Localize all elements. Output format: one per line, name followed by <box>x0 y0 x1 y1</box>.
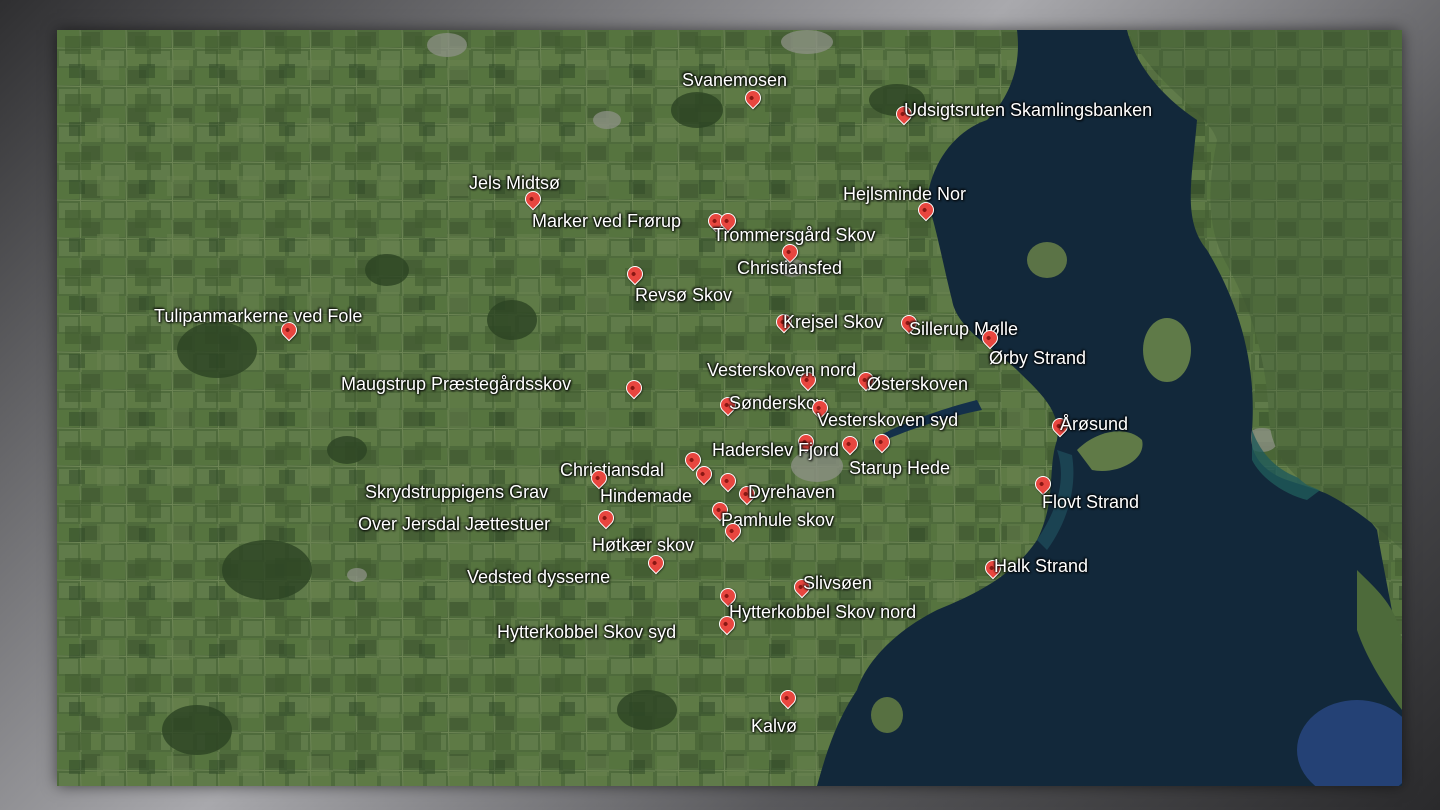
place-label: Sillerup Mølle <box>909 319 1019 339</box>
place-label: Hindemade <box>600 486 693 506</box>
place-label: Hytterkobbel Skov syd <box>497 622 677 642</box>
place-label: Flovt Strand <box>1042 492 1140 512</box>
place-label: Dyrehaven <box>748 482 836 502</box>
place-label: Sønderskov <box>729 393 826 413</box>
place-label: Årøsund <box>1060 414 1129 434</box>
place-label: Krejsel Skov <box>783 312 884 332</box>
place-label: Tulipanmarkerne ved Fole <box>154 306 363 326</box>
place-label: Starup Hede <box>849 458 951 478</box>
place-label: Vesterskoven syd <box>817 410 959 430</box>
place-label: Hejlsminde Nor <box>843 184 967 204</box>
place-label: Marker ved Frørup <box>532 211 682 231</box>
place-label: Vedsted dysserne <box>467 567 611 587</box>
place-label: Svanemosen <box>682 70 788 90</box>
place-label: Vesterskoven nord <box>707 360 857 380</box>
place-label: Slivsøen <box>803 573 873 593</box>
place-label: Revsø Skov <box>635 285 733 305</box>
place-label: Østerskoven <box>867 374 969 394</box>
place-label: Christiansfed <box>737 258 843 278</box>
place-label: Ørby Strand <box>989 348 1087 368</box>
place-label: Trommersgård Skov <box>713 225 876 245</box>
place-label: Haderslev Fjord <box>712 440 840 460</box>
map-view[interactable]: Svanemosen Udsigtsruten Skamlingsbanken … <box>57 30 1402 786</box>
place-label: Halk Strand <box>994 556 1089 576</box>
place-label: Kalvø <box>751 716 798 736</box>
place-label: Hytterkobbel Skov nord <box>729 602 917 622</box>
place-label: Jels Midtsø <box>469 173 561 193</box>
place-label: Over Jersdal Jættestuer <box>358 514 551 534</box>
place-label: Maugstrup Præstegårdsskov <box>341 374 572 394</box>
place-label: Udsigtsruten Skamlingsbanken <box>904 100 1153 120</box>
place-label: Høtkær skov <box>592 535 695 555</box>
place-label: Skrydstruppigens Grav <box>365 482 549 502</box>
place-label: Christiansdal <box>560 460 665 480</box>
